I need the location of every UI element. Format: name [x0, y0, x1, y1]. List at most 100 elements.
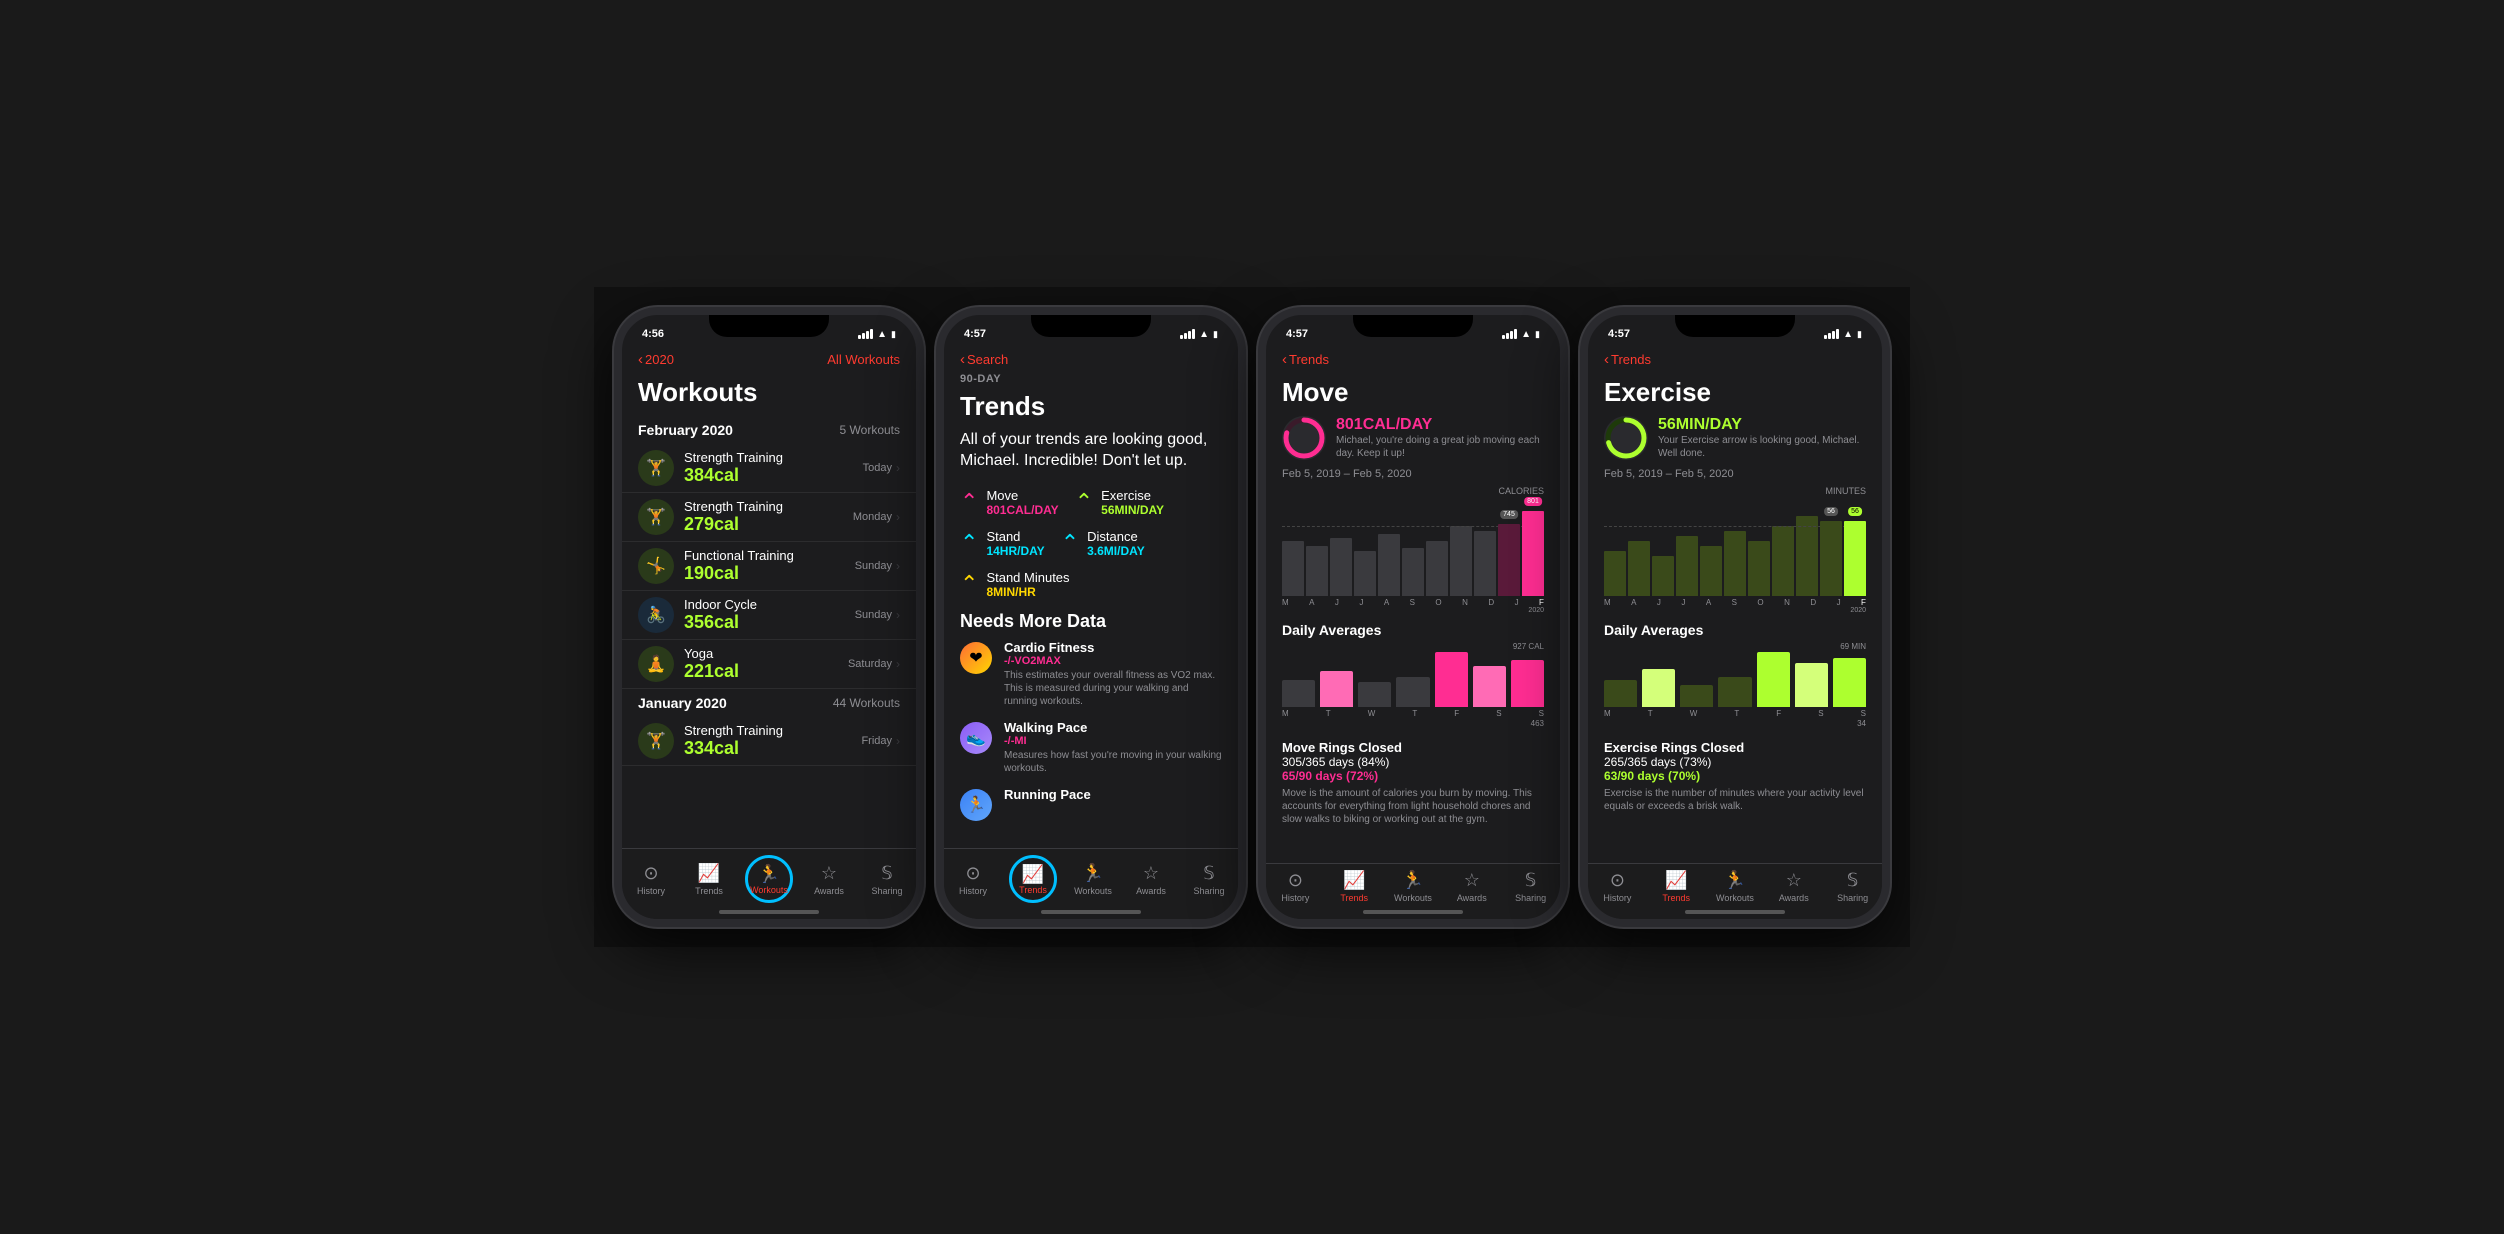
tab-sharing-4[interactable]: 𝕊 Sharing — [1831, 870, 1875, 903]
tab-bar-1: ⊙ History 📈 Trends 🏃 Workouts ☆ Awards 𝕊… — [622, 848, 916, 919]
nav-bar-1: ‹ 2020 All Workouts — [622, 345, 916, 373]
signal-bars-1 — [858, 329, 873, 339]
tab-awards-1[interactable]: ☆ Awards — [807, 863, 851, 896]
home-indicator-2 — [1041, 910, 1141, 914]
tab-sharing-3[interactable]: 𝕊 Sharing — [1509, 870, 1553, 903]
page-title-3: Move — [1266, 373, 1560, 416]
status-time-3: 4:57 — [1286, 328, 1308, 340]
tab-awards-2[interactable]: ☆ Awards — [1129, 863, 1173, 896]
tab-workouts-3[interactable]: 🏃 Workouts — [1391, 870, 1435, 903]
page-title-2: Trends — [944, 387, 1238, 430]
workout-icon-circle: 🧘 — [638, 646, 674, 682]
workout-item[interactable]: 🏋 Strength Training 334cal Friday › — [622, 717, 916, 766]
metric-date-range-move: Feb 5, 2019 – Feb 5, 2020 — [1266, 468, 1560, 486]
metric-header-move: 801CAL/DAY Michael, you're doing a great… — [1266, 416, 1560, 468]
screen-content-2: 90-DAY Trends All of your trends are loo… — [944, 373, 1238, 848]
tab-active-circle-2: 📈 Trends — [1009, 855, 1057, 903]
section-header-jan: January 2020 44 Workouts — [622, 689, 916, 717]
workout-item[interactable]: 🏋 Strength Training 279cal Monday › — [622, 493, 916, 542]
tab-workouts-1[interactable]: 🏃 Workouts — [745, 855, 793, 903]
workout-details: Functional Training 190cal — [684, 548, 855, 584]
phone-workouts: 4:56 ▲ ▮ ‹ 2020 All Workouts Workouts — [614, 307, 924, 927]
screen-content-4: Exercise 56MIN/DAY Your Exercise arrow i… — [1588, 373, 1882, 863]
nav-bar-2: ‹ Search — [944, 345, 1238, 373]
trend-item-move[interactable]: ⌃ Move 801CAL/DAY — [960, 488, 1059, 517]
section-title-feb: February 2020 — [638, 422, 733, 438]
status-icons-4: ▲ ▮ — [1824, 329, 1862, 340]
status-icons-2: ▲ ▮ — [1180, 329, 1218, 340]
workout-icon-circle: 🤸 — [638, 548, 674, 584]
tab-sharing-1[interactable]: 𝕊 Sharing — [865, 863, 909, 896]
nav-right-1[interactable]: All Workouts — [827, 352, 900, 367]
tab-history-4[interactable]: ⊙ History — [1595, 870, 1639, 903]
nav-bar-4: ‹ Trends — [1588, 345, 1882, 373]
screen-content-3: Move 801CAL/DAY Michael, you're doing a … — [1266, 373, 1560, 863]
needs-item-running[interactable]: 🏃 Running Pace — [960, 787, 1222, 821]
page-title-1: Workouts — [622, 373, 916, 416]
back-button-3[interactable]: ‹ Trends — [1282, 351, 1329, 368]
needs-item-walking[interactable]: 👟 Walking Pace -/-MI Measures how fast y… — [960, 720, 1222, 775]
trends-intro: All of your trends are looking good, Mic… — [960, 430, 1222, 472]
status-icons-1: ▲ ▮ — [858, 329, 896, 340]
workout-item[interactable]: 🤸 Functional Training 190cal Sunday › — [622, 542, 916, 591]
back-button-4[interactable]: ‹ Trends — [1604, 351, 1651, 368]
tab-workouts-2[interactable]: 🏃 Workouts — [1071, 863, 1115, 896]
tab-trends-3[interactable]: 📈 Trends — [1332, 870, 1376, 903]
tab-history-2[interactable]: ⊙ History — [951, 863, 995, 896]
battery-icon-1: ▮ — [891, 329, 896, 340]
rings-closed-move: Move Rings Closed 305/365 days (84%) 65/… — [1266, 734, 1560, 832]
rings-closed-exercise: Exercise Rings Closed 265/365 days (73%)… — [1588, 734, 1882, 819]
tab-awards-3[interactable]: ☆ Awards — [1450, 870, 1494, 903]
workout-icon-circle: 🏋 — [638, 499, 674, 535]
workout-icon-circle: 🏋 — [638, 450, 674, 486]
workout-icon-circle: 🏋 — [638, 723, 674, 759]
tab-sharing-2[interactable]: 𝕊 Sharing — [1187, 863, 1231, 896]
nav-bar-3: ‹ Trends — [1266, 345, 1560, 373]
workouts-list: February 2020 5 Workouts 🏋 Strength Trai… — [622, 416, 916, 848]
back-button-2[interactable]: ‹ Search — [960, 351, 1008, 368]
daily-avg-move: Daily Averages 927 CAL — [1266, 616, 1560, 734]
tab-workouts-4[interactable]: 🏃 Workouts — [1713, 870, 1757, 903]
tab-trends-1[interactable]: 📈 Trends — [687, 863, 731, 896]
workout-item[interactable]: 🏋 Strength Training 384cal Today › — [622, 444, 916, 493]
tab-trends-2[interactable]: 📈 Trends — [1009, 855, 1057, 903]
workout-item[interactable]: 🚴 Indoor Cycle 356cal Sunday › — [622, 591, 916, 640]
home-indicator-1 — [719, 910, 819, 914]
page-subtitle-2: 90-DAY — [944, 373, 1238, 387]
section-header-feb: February 2020 5 Workouts — [622, 416, 916, 444]
workout-details: Indoor Cycle 356cal — [684, 597, 855, 633]
tab-history-1[interactable]: ⊙ History — [629, 863, 673, 896]
status-bar-4: 4:57 ▲ ▮ — [1588, 315, 1882, 345]
status-time-1: 4:56 — [642, 328, 664, 340]
trend-item-exercise[interactable]: ⌃ Exercise 56MIN/DAY — [1075, 488, 1164, 517]
daily-avg-exercise: Daily Averages 69 MIN — [1588, 616, 1882, 734]
back-button-1[interactable]: ‹ 2020 — [638, 351, 674, 368]
tab-bar-2: ⊙ History 📈 Trends 🏃 Workouts ☆ Awards 𝕊… — [944, 848, 1238, 919]
metric-ring-exercise — [1604, 416, 1648, 460]
tab-trends-4[interactable]: 📈 Trends — [1654, 870, 1698, 903]
metric-date-range-exercise: Feb 5, 2019 – Feb 5, 2020 — [1588, 468, 1882, 486]
workout-details: Strength Training 334cal — [684, 723, 861, 759]
chart-area-move: CALORIES 745 — [1282, 486, 1544, 616]
metric-ring-move — [1282, 416, 1326, 460]
status-bar-3: 4:57 ▲ ▮ — [1266, 315, 1560, 345]
phones-container: 4:56 ▲ ▮ ‹ 2020 All Workouts Workouts — [594, 287, 1910, 947]
trend-item-stand[interactable]: ⌃ Stand 14HR/DAY — [960, 529, 1045, 558]
screen-content-1: Workouts February 2020 5 Workouts 🏋 Stre… — [622, 373, 916, 848]
battery-icon-2: ▮ — [1213, 329, 1218, 340]
page-title-4: Exercise — [1588, 373, 1882, 416]
status-time-2: 4:57 — [964, 328, 986, 340]
workout-item[interactable]: 🧘 Yoga 221cal Saturday › — [622, 640, 916, 689]
status-bar-1: 4:56 ▲ ▮ — [622, 315, 916, 345]
trend-row-3: ⌃ Stand Minutes 8MIN/HR — [960, 570, 1222, 599]
tab-bar-3: ⊙ History 📈 Trends 🏃 Workouts ☆ Awards 𝕊… — [1266, 863, 1560, 919]
tab-awards-4[interactable]: ☆ Awards — [1772, 870, 1816, 903]
trend-item-standmin[interactable]: ⌃ Stand Minutes 8MIN/HR — [960, 570, 1070, 599]
tab-history-3[interactable]: ⊙ History — [1273, 870, 1317, 903]
phone-trends: 4:57 ▲ ▮ ‹ Search 90-DAY Trends — [936, 307, 1246, 927]
wifi-icon-2: ▲ — [1199, 329, 1209, 340]
workout-details: Strength Training 384cal — [684, 450, 863, 486]
trend-item-distance[interactable]: ⌃ Distance 3.6MI/DAY — [1061, 529, 1145, 558]
section-count-jan: 44 Workouts — [833, 696, 900, 710]
needs-item-cardio[interactable]: ❤ Cardio Fitness -/-VO2MAX This estimate… — [960, 640, 1222, 708]
